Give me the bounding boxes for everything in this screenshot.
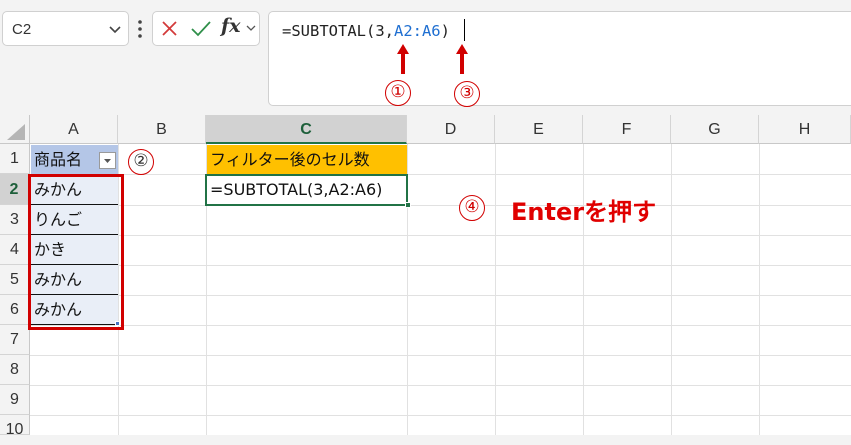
row-header-7[interactable]: 7 xyxy=(0,325,30,355)
chevron-down-icon[interactable] xyxy=(108,25,122,35)
column-header-a[interactable]: A xyxy=(30,115,118,144)
grid-line xyxy=(495,144,496,435)
chevron-down-icon[interactable] xyxy=(246,24,256,32)
grid-line xyxy=(30,325,851,326)
formula-prefix: =SUBTOTAL(3, xyxy=(282,22,394,40)
grid-line xyxy=(30,295,851,296)
arrow-up-icon xyxy=(397,44,409,74)
grid-line xyxy=(671,144,672,435)
step-1-marker: ① xyxy=(385,80,411,106)
column-header-g[interactable]: G xyxy=(671,115,759,144)
filter-arrow-icon xyxy=(104,159,111,163)
step-2-marker: ② xyxy=(128,149,154,175)
row-header-8[interactable]: 8 xyxy=(0,355,30,385)
instruction-text: Enterを押す xyxy=(511,198,657,226)
row-header-6[interactable]: 6 xyxy=(0,295,30,325)
check-icon[interactable] xyxy=(190,19,212,38)
text-cursor xyxy=(464,19,465,41)
grid-line xyxy=(30,355,851,356)
grid-line xyxy=(30,205,851,206)
row-header-2[interactable]: 2 xyxy=(0,174,30,205)
column-header-c[interactable]: C xyxy=(206,115,407,144)
column-header-b[interactable]: B xyxy=(118,115,206,144)
cell-grid[interactable] xyxy=(30,144,851,435)
formula-text: =SUBTOTAL(3,A2:A6) xyxy=(282,22,450,40)
column-header-h[interactable]: H xyxy=(759,115,851,144)
name-box[interactable]: C2 xyxy=(2,11,129,46)
grid-line xyxy=(30,385,851,386)
row-header-3[interactable]: 3 xyxy=(0,205,30,235)
arrow-up-icon xyxy=(456,44,468,74)
fill-handle[interactable] xyxy=(405,202,411,208)
range-resize-handle[interactable] xyxy=(115,321,120,326)
row-header-1[interactable]: 1 xyxy=(0,144,30,174)
grid-line xyxy=(583,144,584,435)
row-header-4[interactable]: 4 xyxy=(0,235,30,265)
column-header-d[interactable]: D xyxy=(407,115,495,144)
grid-line xyxy=(30,235,851,236)
grid-line xyxy=(30,174,851,175)
column-header-e[interactable]: E xyxy=(495,115,583,144)
formula-suffix: ) xyxy=(440,22,450,40)
column-header-f[interactable]: F xyxy=(583,115,671,144)
insert-function-icon[interactable]: fx xyxy=(221,15,241,37)
cell-c2-active[interactable]: =SUBTOTAL(3,A2:A6) xyxy=(205,174,408,206)
formula-range-ref: A2:A6 xyxy=(393,22,441,40)
more-options-icon[interactable] xyxy=(136,18,144,40)
filter-dropdown-button[interactable] xyxy=(99,152,116,169)
step-3-marker: ③ xyxy=(454,81,480,107)
step-4-marker: ④ xyxy=(459,195,485,221)
row-header-9[interactable]: 9 xyxy=(0,385,30,415)
grid-line xyxy=(30,415,851,416)
name-box-value: C2 xyxy=(12,21,32,38)
cell-c1[interactable]: フィルター後のセル数 xyxy=(207,145,407,174)
row-header-10[interactable]: 10 xyxy=(0,415,30,438)
grid-line xyxy=(759,144,760,435)
x-icon[interactable] xyxy=(160,19,179,38)
row-header-5[interactable]: 5 xyxy=(0,265,30,295)
grid-line xyxy=(30,265,851,266)
range-highlight-box xyxy=(28,174,124,330)
select-all-icon xyxy=(7,124,25,140)
